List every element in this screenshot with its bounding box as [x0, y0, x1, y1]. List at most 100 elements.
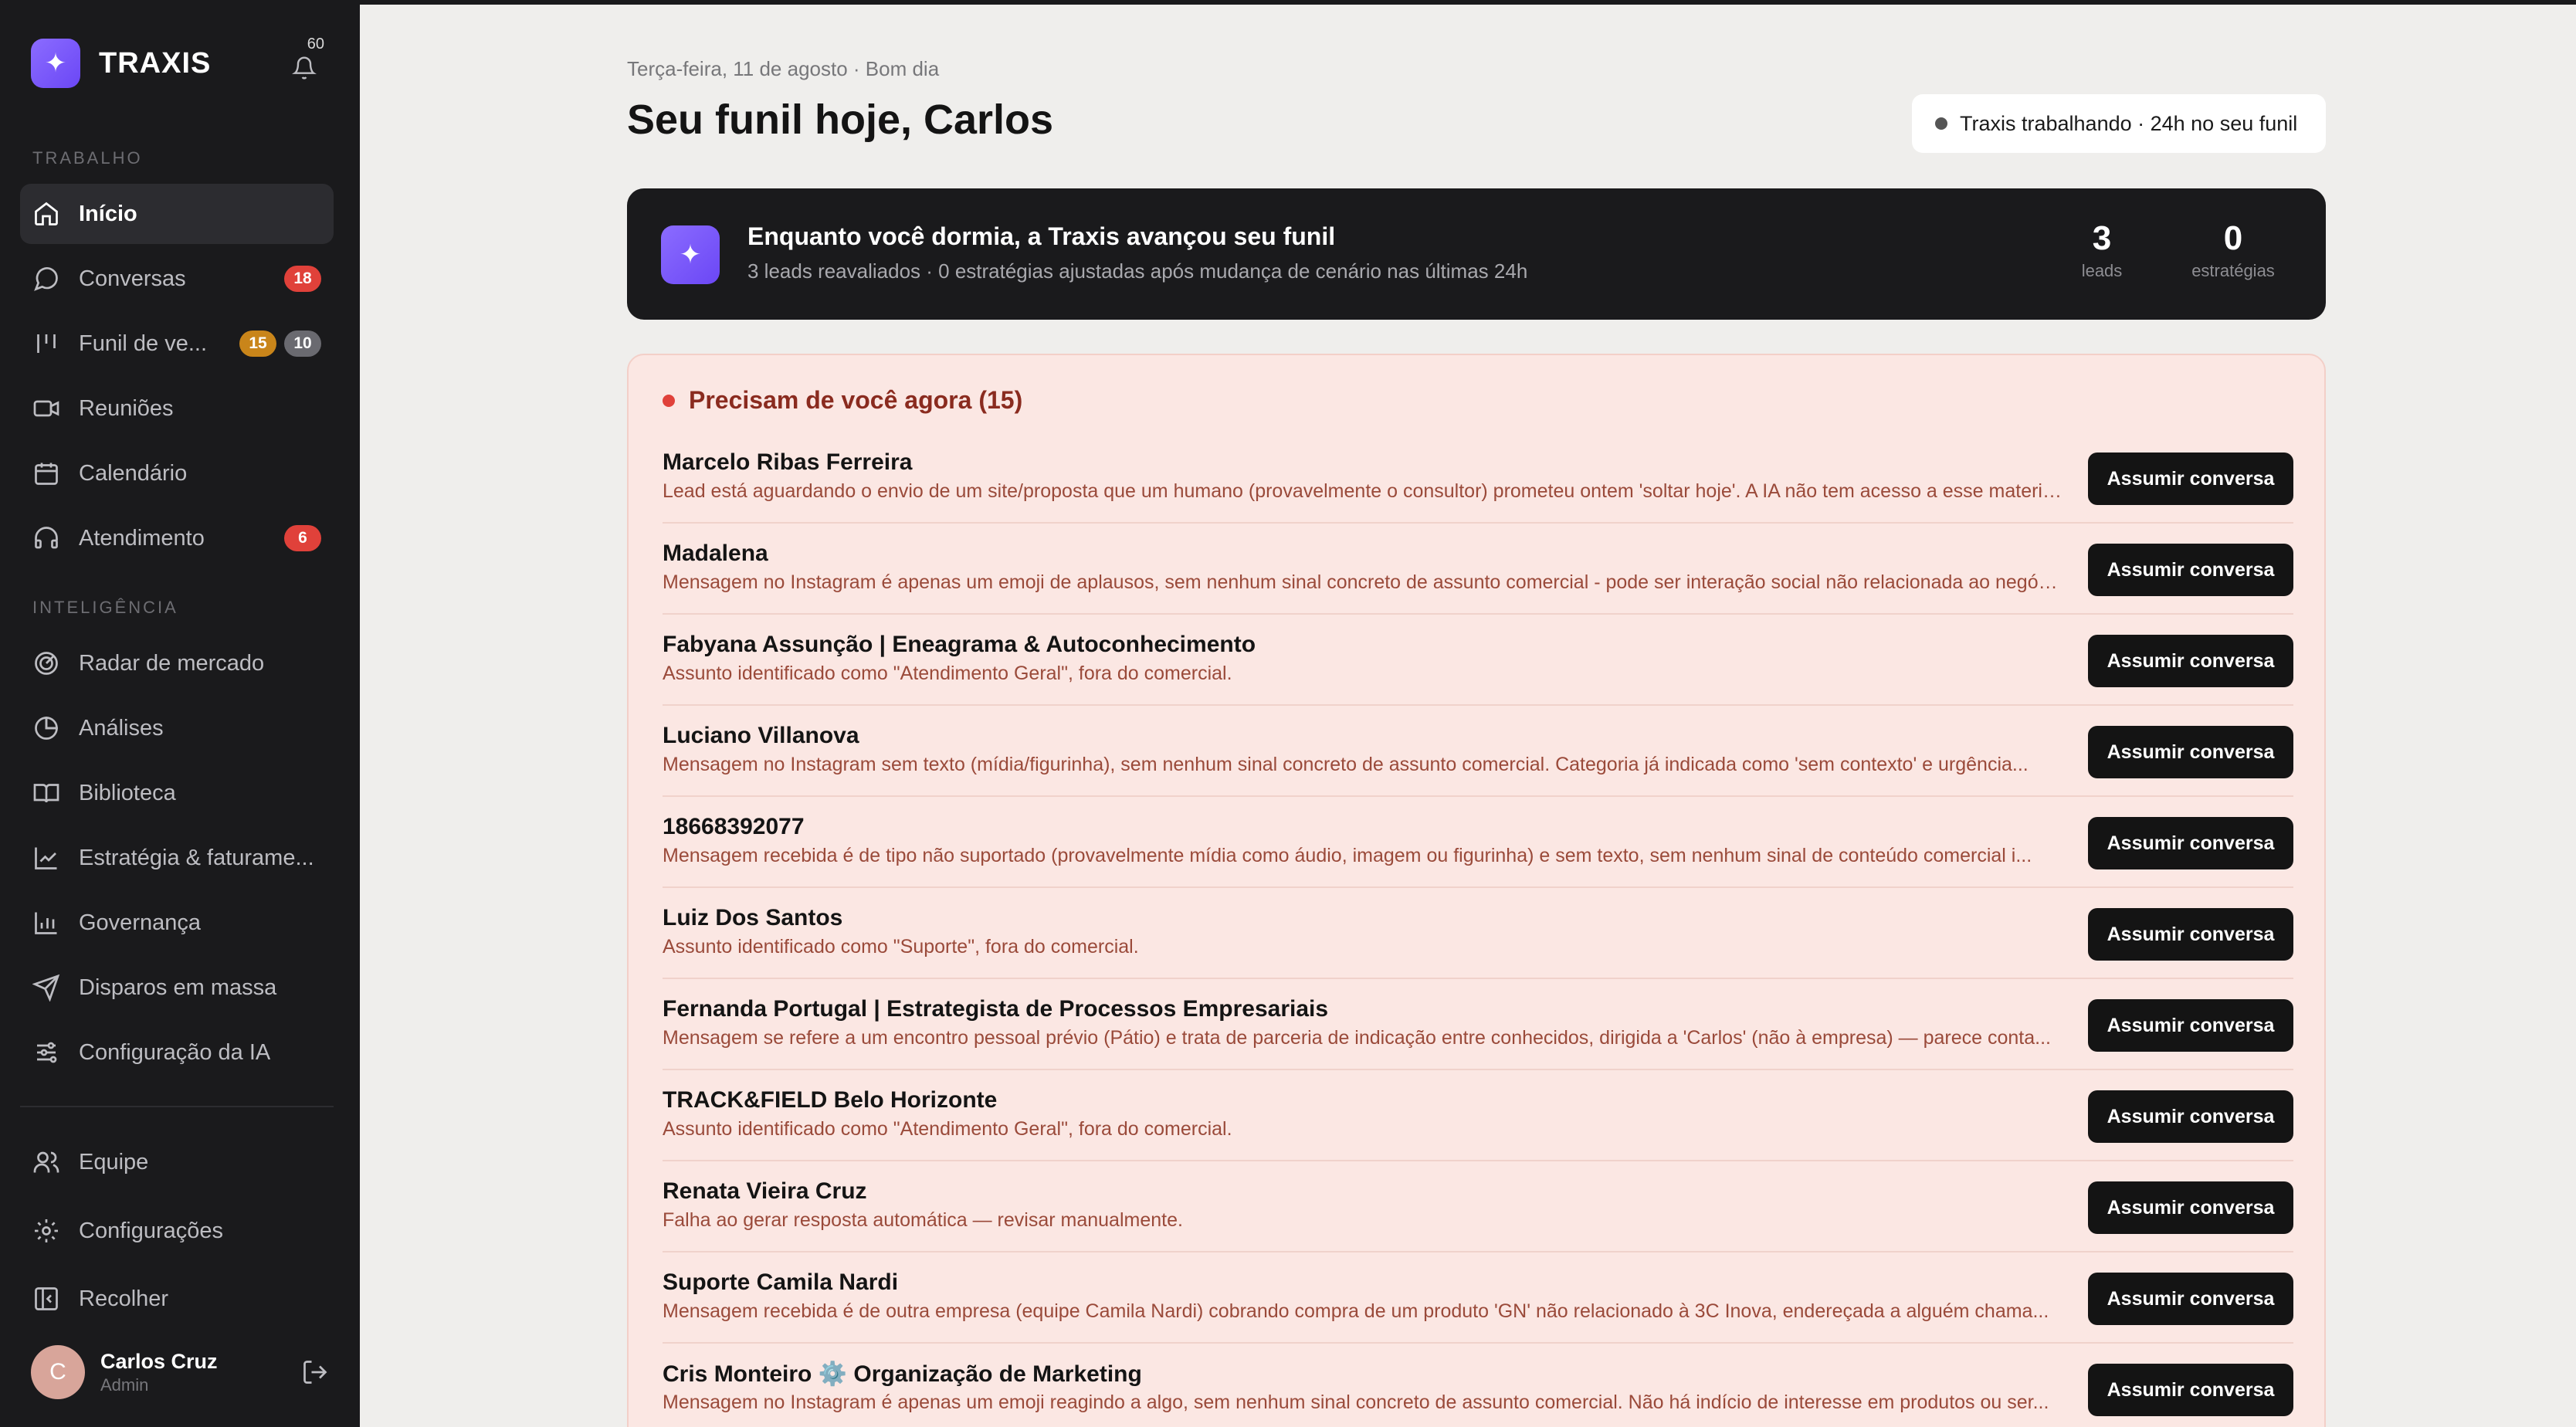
- headset-icon: [32, 524, 60, 552]
- lead-row: Luciano Villanova Mensagem no Instagram s…: [663, 706, 2293, 797]
- sidebar-collapse-button[interactable]: Recolher: [20, 1269, 334, 1329]
- send-icon: [32, 974, 60, 1002]
- stat-value: 3: [2092, 219, 2112, 257]
- sparkle-logo-icon: ✦: [31, 39, 80, 88]
- lead-description: Falha ao gerar resposta automática — rev…: [663, 1209, 1183, 1231]
- sidebar-item-label: Governança: [79, 910, 201, 935]
- sidebar-item-reunioes[interactable]: Reuniões: [20, 378, 334, 439]
- lead-description: Assunto identificado como "Atendimento G…: [663, 1118, 1232, 1140]
- logout-icon[interactable]: [301, 1358, 329, 1386]
- lead-row: Marcelo Ribas Ferreira Lead está aguardan…: [663, 432, 2293, 524]
- sidebar-item-disparos[interactable]: Disparos em massa: [20, 958, 334, 1018]
- assume-conversation-button[interactable]: Assumir conversa: [2088, 817, 2293, 869]
- overnight-summary-banner: ✦ Enquanto você dormia, a Traxis avançou…: [627, 188, 2326, 320]
- page-title: Seu funil hoje, Carlos: [627, 97, 1054, 143]
- banner-subtitle: 3 leads reavaliados · 0 estratégias ajus…: [747, 259, 1528, 283]
- assume-conversation-button[interactable]: Assumir conversa: [2088, 1090, 2293, 1143]
- sidebar-item-label: Disparos em massa: [79, 974, 277, 1000]
- stat-label: estratégias: [2191, 261, 2275, 280]
- lead-name: Renata Vieira Cruz: [663, 1178, 867, 1204]
- assume-conversation-button[interactable]: Assumir conversa: [2088, 999, 2293, 1052]
- sidebar-item-label: Radar de mercado: [79, 650, 265, 676]
- notifications-button[interactable]: 60: [283, 36, 329, 88]
- sidebar-item-estrategia[interactable]: Estratégia & faturame...: [20, 828, 334, 888]
- bell-icon: [292, 56, 317, 80]
- stat-strategies: 0 estratégias: [2171, 219, 2295, 281]
- sidebar-item-equipe[interactable]: Equipe: [20, 1132, 334, 1192]
- stat-value: 0: [2223, 219, 2243, 257]
- lead-row: Madalena Mensagem no Instagram é apenas u…: [663, 524, 2293, 615]
- sidebar-item-label: Funil de ve...: [79, 330, 208, 356]
- sidebar-item-calendario[interactable]: Calendário: [20, 443, 334, 503]
- urgent-title: Precisam de você agora (15): [663, 386, 1022, 415]
- count-badge: 18: [284, 266, 321, 292]
- sparkle-icon: ✦: [661, 225, 720, 284]
- lead-row: Suporte Camila Nardi Mensagem recebida é …: [663, 1252, 2293, 1344]
- assume-conversation-button[interactable]: Assumir conversa: [2088, 1181, 2293, 1234]
- urgent-leads-card: Precisam de você agora (15) Marcelo Riba…: [627, 354, 2326, 1427]
- assume-conversation-button[interactable]: Assumir conversa: [2088, 1273, 2293, 1325]
- user-profile[interactable]: C Carlos Cruz Admin: [31, 1345, 329, 1399]
- lead-row: TRACK&FIELD Belo Horizonte Assunto identi…: [663, 1070, 2293, 1161]
- assume-conversation-button[interactable]: Assumir conversa: [2088, 544, 2293, 596]
- lead-name: Fabyana Assunção | Eneagrama & Autoconhe…: [663, 632, 1256, 657]
- sidebar-item-analises[interactable]: Análises: [20, 698, 334, 758]
- sidebar-divider: [20, 1106, 334, 1107]
- banner-title: Enquanto você dormia, a Traxis avançou s…: [747, 222, 1336, 250]
- lead-description: Assunto identificado como "Suporte", for…: [663, 936, 1139, 958]
- lead-description: Mensagem no Instagram é apenas um emoji …: [663, 571, 2062, 593]
- collapse-icon: [32, 1285, 60, 1313]
- section-label-work: TRABALHO: [32, 148, 143, 168]
- sidebar-item-label: Configurações: [79, 1218, 223, 1243]
- notification-count: 60: [307, 36, 324, 53]
- home-icon: [32, 200, 60, 228]
- lead-name: 18668392077: [663, 814, 805, 839]
- bar-chart-icon: [32, 909, 60, 937]
- avatar: C: [31, 1345, 85, 1399]
- sidebar-item-configuracoes[interactable]: Configurações: [20, 1201, 334, 1261]
- assume-conversation-button[interactable]: Assumir conversa: [2088, 1364, 2293, 1416]
- assume-conversation-button[interactable]: Assumir conversa: [2088, 635, 2293, 687]
- lead-row: Cris Monteiro ⚙️ Organização de Marketin…: [663, 1344, 2293, 1427]
- radar-icon: [32, 649, 60, 677]
- sidebar-item-label: Equipe: [79, 1149, 149, 1174]
- users-icon: [32, 1148, 60, 1176]
- sidebar-item-label: Configuração da IA: [79, 1039, 271, 1065]
- sidebar-item-radar[interactable]: Radar de mercado: [20, 633, 334, 693]
- sidebar-item-inicio[interactable]: Início: [20, 184, 334, 244]
- sidebar-item-label: Análises: [79, 715, 164, 741]
- sidebar-item-label: Conversas: [79, 266, 186, 291]
- count-badge: 15: [239, 330, 276, 357]
- sidebar-item-label: Calendário: [79, 460, 188, 486]
- count-badge-secondary: 10: [284, 330, 321, 357]
- book-icon: [32, 779, 60, 807]
- sidebar-item-label: Reuniões: [79, 395, 174, 421]
- sidebar-item-biblioteca[interactable]: Biblioteca: [20, 763, 334, 823]
- lead-description: Mensagem recebida é de tipo não suportad…: [663, 845, 2032, 866]
- user-name: Carlos Cruz: [100, 1349, 218, 1373]
- sidebar-item-config-ia[interactable]: Configuração da IA: [20, 1022, 334, 1083]
- assume-conversation-button[interactable]: Assumir conversa: [2088, 726, 2293, 778]
- sidebar-item-governanca[interactable]: Governança: [20, 893, 334, 953]
- sliders-icon: [32, 1039, 60, 1066]
- sidebar-item-funil[interactable]: Funil de ve... 15 10: [20, 314, 334, 374]
- lead-row: Fernanda Portugal | Estrategista de Proc…: [663, 979, 2293, 1070]
- sidebar-item-label: Recolher: [79, 1286, 169, 1311]
- sidebar-item-atendimento[interactable]: Atendimento 6: [20, 508, 334, 568]
- assume-conversation-button[interactable]: Assumir conversa: [2088, 453, 2293, 505]
- status-dot-icon: [1935, 117, 1947, 130]
- date-greeting: Terça-feira, 11 de agosto · Bom dia: [627, 57, 940, 80]
- assume-conversation-button[interactable]: Assumir conversa: [2088, 908, 2293, 961]
- pie-chart-icon: [32, 714, 60, 742]
- user-role: Admin: [100, 1374, 149, 1395]
- sidebar-item-label: Estratégia & faturame...: [79, 845, 314, 870]
- lead-name: Suporte Camila Nardi: [663, 1269, 899, 1295]
- lead-name: Cris Monteiro ⚙️ Organização de Marketin…: [663, 1361, 1142, 1387]
- urgent-title-text: Precisam de você agora (15): [689, 386, 1023, 414]
- main-content: Terça-feira, 11 de agosto · Bom dia Seu …: [627, 0, 2326, 1427]
- sidebar-item-conversas[interactable]: Conversas 18: [20, 249, 334, 309]
- status-text: Traxis trabalhando · 24h no seu funil: [1960, 111, 2298, 135]
- lead-name: TRACK&FIELD Belo Horizonte: [663, 1087, 998, 1113]
- brand-name: TRAXIS: [99, 46, 212, 80]
- lead-description: Mensagem no Instagram é apenas um emoji …: [663, 1391, 2049, 1413]
